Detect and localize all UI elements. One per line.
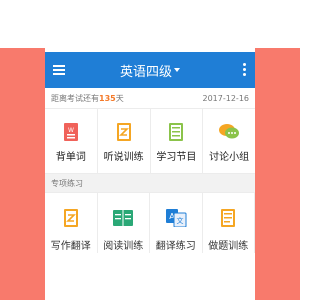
exercise-note-icon xyxy=(217,209,239,227)
background-right-panel xyxy=(255,48,300,300)
caret-down-icon xyxy=(174,68,180,72)
countdown-prefix: 距离考试还有 xyxy=(51,93,99,103)
practice-label: 写作翻译 xyxy=(50,241,91,252)
practice-exercise[interactable]: 做题训练 xyxy=(203,193,255,253)
feature-label: 讨论小组 xyxy=(209,152,250,163)
feature-listening[interactable]: 听说训练 xyxy=(98,109,151,173)
vocabulary-book-icon: W xyxy=(60,123,82,141)
exam-countdown: 距离考试还有135天 2017-12-16 xyxy=(45,88,255,109)
program-list-icon xyxy=(165,123,187,141)
feature-label: 听说训练 xyxy=(103,152,144,163)
feature-label: 学习节目 xyxy=(156,152,197,163)
feature-programs[interactable]: 学习节目 xyxy=(151,109,204,173)
listening-document-icon xyxy=(113,123,135,141)
more-vertical-icon[interactable] xyxy=(243,63,246,77)
practice-label: 阅读训练 xyxy=(103,241,144,252)
practice-writing[interactable]: 写作翻译 xyxy=(45,193,98,253)
main-feature-grid: W 背单词 听说训练 学习节目 讨论小组 xyxy=(45,109,255,174)
exam-date: 2017-12-16 xyxy=(202,93,250,103)
feature-vocabulary[interactable]: W 背单词 xyxy=(45,109,98,173)
exam-selector[interactable]: 英语四级 xyxy=(45,52,255,88)
countdown-days: 135 xyxy=(99,93,116,103)
svg-text:文: 文 xyxy=(176,216,183,225)
practice-grid: 写作翻译 阅读训练 A文 翻译练习 做题训练 xyxy=(45,193,255,253)
svg-text:W: W xyxy=(68,127,74,134)
practice-reading[interactable]: 阅读训练 xyxy=(98,193,150,253)
practice-label: 做题训练 xyxy=(208,241,249,252)
reading-book-icon xyxy=(112,209,134,227)
background-left-panel xyxy=(0,48,45,300)
countdown-suffix: 天 xyxy=(115,93,124,103)
practice-label: 翻译练习 xyxy=(155,241,196,252)
app-screen: 英语四级 距离考试还有135天 2017-12-16 W 背单词 听说训练 学习… xyxy=(45,52,255,300)
section-header: 专项练习 xyxy=(45,174,255,193)
practice-translation[interactable]: A文 翻译练习 xyxy=(150,193,203,253)
feature-discussion[interactable]: 讨论小组 xyxy=(203,109,255,173)
chat-bubble-icon xyxy=(218,123,240,141)
translate-icon: A文 xyxy=(165,209,187,227)
section-title: 专项练习 xyxy=(51,178,83,188)
writing-document-icon xyxy=(60,209,82,227)
page-title: 英语四级 xyxy=(119,64,172,80)
app-bar: 英语四级 xyxy=(45,52,255,88)
feature-label: 背单词 xyxy=(55,152,86,163)
